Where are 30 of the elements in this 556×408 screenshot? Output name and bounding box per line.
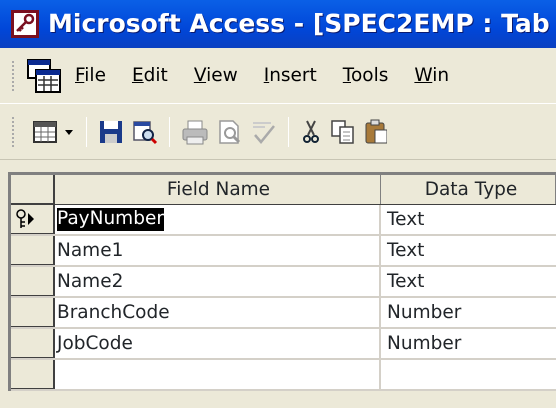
menu-item[interactable]: Insert [250,60,330,92]
table-cell[interactable]: Number [387,298,462,326]
table-cell[interactable]: Number [387,330,462,358]
key-icon [10,9,40,39]
row-selector[interactable] [11,298,55,327]
table-cell[interactable]: Text [387,206,424,234]
row-selector[interactable] [11,236,55,265]
menu-item[interactable]: Win [401,60,462,92]
table-cell[interactable]: BranchCode [57,298,170,326]
table-cell[interactable]: Text [387,268,424,296]
window-title: Microsoft Access - [SPEC2EMP : Tab [48,8,550,40]
column-header: Field Name [55,175,381,204]
row-selector[interactable] [11,267,55,296]
menu-item[interactable]: Tools [330,60,402,92]
table-cell[interactable]: JobCode [57,330,133,358]
table-cell[interactable]: Text [387,236,424,264]
menu-item[interactable]: Edit [118,60,181,92]
menu-item[interactable]: View [180,60,251,92]
table-cell[interactable]: Name1 [57,236,124,264]
printer-icon[interactable] [180,118,210,146]
column-header: Data Type [381,175,556,204]
copy-icon[interactable] [329,118,357,146]
table-cell[interactable]: PayNumber [57,208,164,231]
table-cell[interactable]: Name2 [57,268,124,296]
clipboard-icon[interactable] [363,118,387,146]
row-selector[interactable] [11,329,55,358]
menu-item[interactable]: File [62,60,119,92]
table-window-icon[interactable] [26,58,62,94]
row-selector[interactable] [11,360,55,389]
row-selector[interactable] [11,205,55,234]
